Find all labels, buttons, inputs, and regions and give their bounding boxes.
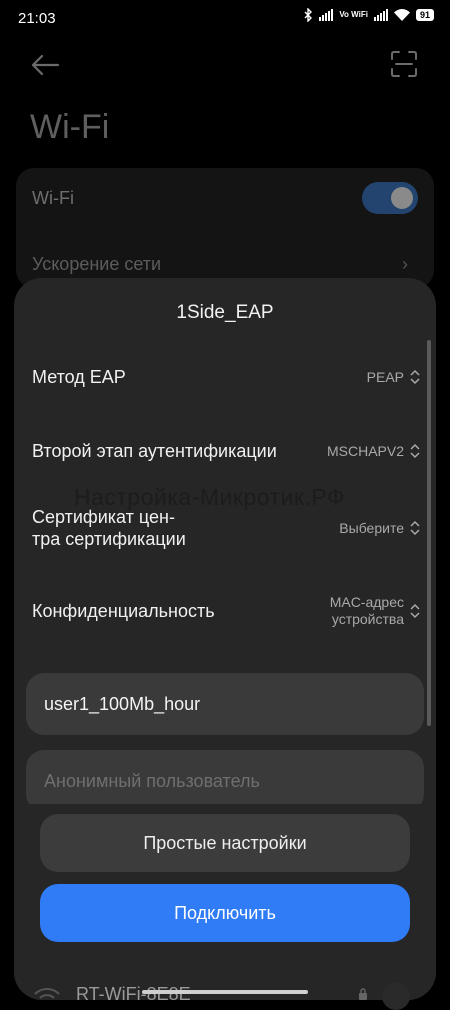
eap-method-select[interactable]: PEAP [367, 369, 420, 386]
up-down-chevron-icon [410, 369, 420, 385]
up-down-chevron-icon [410, 520, 420, 536]
simple-settings-button[interactable]: Простые настройки [40, 814, 410, 872]
privacy-row[interactable]: Конфиденциальность MAC-адрес устройства [32, 594, 420, 628]
anonymous-identity-placeholder: Анонимный пользователь [44, 770, 260, 791]
ca-certificate-label: Сертификат цен- тра сертификации [32, 506, 186, 550]
dialog-scrollbar[interactable] [427, 340, 431, 726]
anonymous-identity-input[interactable]: Анонимный пользователь [26, 750, 424, 812]
bluetooth-icon [304, 8, 313, 22]
eap-method-label: Метод EAP [32, 367, 126, 387]
privacy-label: Конфиденциальность [32, 601, 215, 621]
ca-certificate-select[interactable]: Выберите [339, 520, 420, 537]
ca-certificate-value: Выберите [339, 519, 404, 536]
wifi-toggle-label: Wi-Fi [32, 188, 74, 208]
privacy-value-line1: MAC-адрес [329, 594, 404, 610]
network-details-button[interactable] [382, 982, 410, 1010]
identity-input[interactable]: user1_100Mb_hour [26, 673, 424, 735]
wifi-network-icon [34, 988, 60, 999]
phase2-auth-value: MSCHAPV2 [326, 442, 404, 459]
lock-icon [359, 988, 367, 1000]
network-acceleration-label[interactable]: Ускорение сети [32, 254, 161, 275]
toggle-knob [391, 187, 413, 209]
chevron-right-icon: › [402, 254, 408, 274]
connect-button[interactable]: Подключить [40, 884, 410, 942]
identity-input-value: user1_100Mb_hour [44, 693, 201, 714]
dialog-actions: Простые настройки Подключить [14, 804, 436, 1000]
ca-certificate-label-line2: тра сертификации [32, 529, 186, 549]
privacy-value-line2: устройства [331, 611, 404, 627]
wifi-icon [393, 9, 410, 21]
phase2-auth-row[interactable]: Второй этап аутентификации MSCHAPV2 [32, 440, 420, 462]
signal-icon [373, 9, 388, 21]
up-down-chevron-icon [410, 443, 420, 459]
status-time: 21:03 [18, 10, 56, 27]
ca-certificate-row[interactable]: Сертификат цен- тра сертификации Выберит… [32, 506, 420, 550]
up-down-chevron-icon [410, 603, 420, 619]
battery-icon: 91 [415, 9, 434, 21]
dialog-title: 1Side_EAP [176, 302, 274, 323]
scan-icon[interactable] [390, 50, 418, 78]
status-icons: Vo WiFi 91 [304, 8, 434, 22]
phase2-auth-label: Второй этап аутентификации [32, 441, 277, 461]
phase2-auth-select[interactable]: MSCHAPV2 [327, 443, 420, 460]
page-title: Wi-Fi [30, 108, 110, 146]
watermark-text: Настройка-Микротик.РФ [74, 484, 345, 510]
network-name-label[interactable]: RT-WiFi-8E8E [76, 984, 191, 1005]
privacy-value: MAC-адрес устройства [330, 594, 404, 628]
eap-method-row[interactable]: Метод EAP PEAP [32, 366, 420, 388]
back-arrow-icon[interactable] [28, 48, 62, 82]
vowifi-icon: Vo WiFi [339, 10, 368, 19]
eap-method-value: PEAP [366, 368, 404, 385]
eap-config-dialog: 1Side_EAP Метод EAP PEAP Второй этап аут… [14, 278, 436, 1000]
wifi-toggle[interactable] [362, 182, 418, 214]
signal-icon [319, 9, 334, 21]
home-indicator[interactable] [142, 990, 308, 994]
privacy-select[interactable]: MAC-адрес устройства [330, 594, 420, 628]
